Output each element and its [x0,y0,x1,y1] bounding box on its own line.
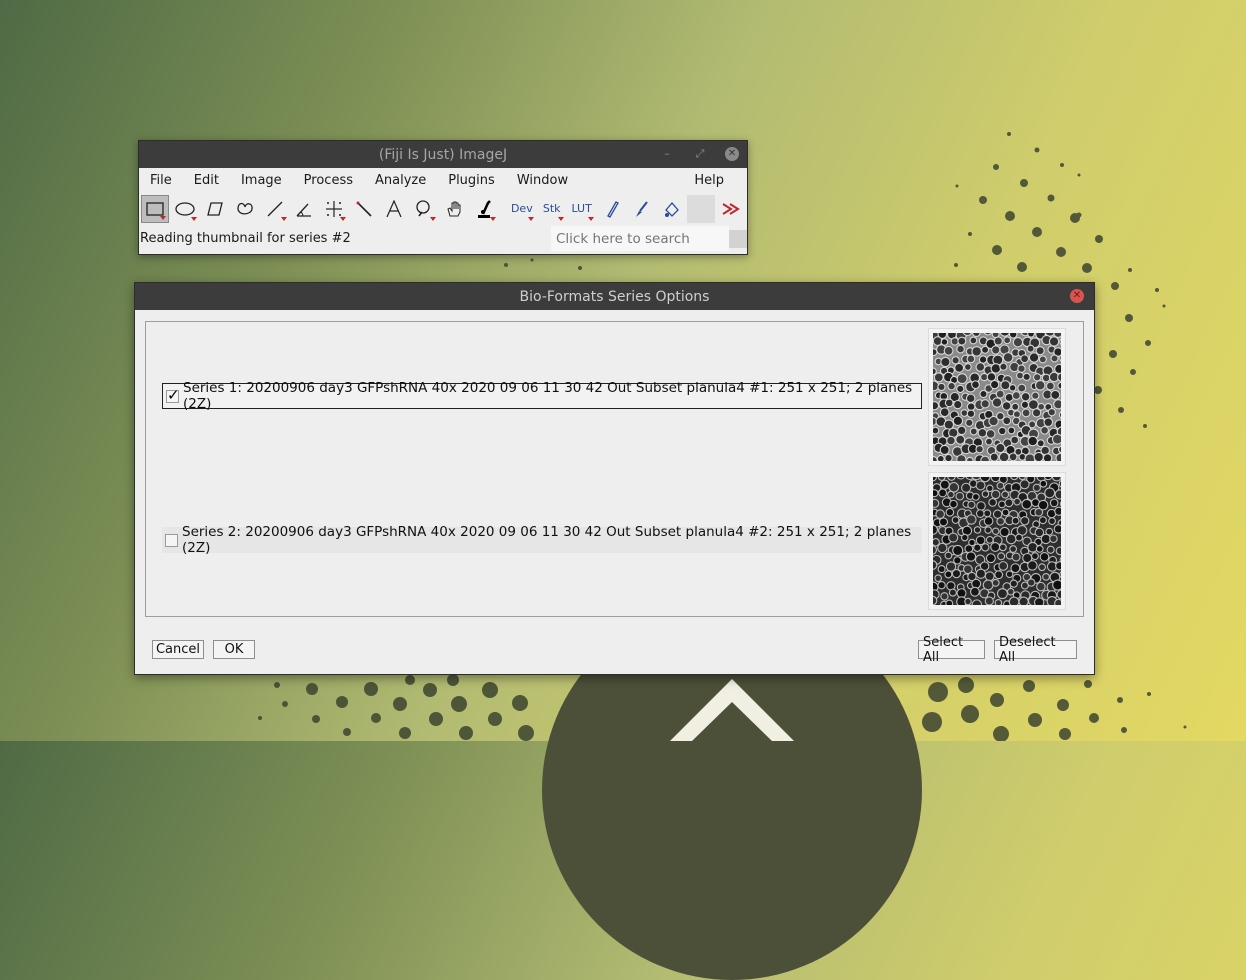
dev-tool[interactable]: Dev [508,195,536,223]
stk-tool[interactable]: Stk [538,195,566,223]
checkbox-unchecked-icon[interactable] [165,534,178,547]
rectangle-tool-icon[interactable] [141,195,169,223]
series-2-checkbox[interactable]: Series 2: 20200906 day3 GFPshRNA 40x 202… [162,527,922,553]
hand-tool-icon[interactable] [440,195,468,223]
menubar: File Edit Image Process Analyze Plugins … [139,168,747,193]
oval-tool-icon[interactable] [171,195,199,223]
empty-tool-slot[interactable] [687,195,715,223]
status-bar: Reading thumbnail for series #2 [139,224,747,253]
dialog-titlebar[interactable]: Bio-Formats Series Options ✕ [135,283,1094,310]
imagej-titlebar[interactable]: (Fiji Is Just) ImageJ – ⤢ ✕ [139,141,747,168]
select-all-button[interactable]: Select All [918,640,985,659]
menu-help[interactable]: Help [683,173,735,188]
toolbar: Dev Stk LUT [139,193,747,224]
imagej-main-window: (Fiji Is Just) ImageJ – ⤢ ✕ File Edit Im… [138,140,748,255]
fiji-logo-arrow-icon [640,672,810,742]
series-1-thumbnail [928,328,1066,466]
menu-edit[interactable]: Edit [183,173,230,188]
text-tool-icon[interactable] [380,195,408,223]
brush-tool-icon[interactable] [628,195,656,223]
bio-formats-series-dialog: Bio-Formats Series Options ✕ ✓ Series 1:… [134,282,1095,675]
search-options-button[interactable] [729,230,747,248]
status-text: Reading thumbnail for series #2 [140,231,351,246]
angle-tool-icon[interactable] [291,195,319,223]
dialog-title: Bio-Formats Series Options [520,289,710,305]
series-panel: ✓ Series 1: 20200906 day3 GFPshRNA 40x 2… [145,321,1084,617]
flood-fill-tool-icon[interactable] [657,195,685,223]
polygon-tool-icon[interactable] [201,195,229,223]
series-1-label: Series 1: 20200906 day3 GFPshRNA 40x 202… [183,380,921,412]
series-2-thumbnail-image [933,477,1061,605]
series-2-label: Series 2: 20200906 day3 GFPshRNA 40x 202… [182,524,922,556]
series-2-thumbnail [928,472,1066,610]
wand-tool-icon[interactable] [350,195,378,223]
search-input[interactable] [551,226,729,251]
series-1-thumbnail-image [933,333,1061,461]
menu-file[interactable]: File [139,173,183,188]
more-tools-arrow-icon[interactable] [717,195,745,223]
maximize-icon[interactable]: ⤢ [692,146,708,162]
dev-tool-label: Dev [511,202,533,215]
line-tool-icon[interactable] [261,195,289,223]
pencil-tool-icon[interactable] [598,195,626,223]
magnifier-tool-icon[interactable] [410,195,438,223]
menu-process[interactable]: Process [293,173,364,188]
cancel-button[interactable]: Cancel [152,640,204,659]
ok-button[interactable]: OK [213,640,255,659]
menu-analyze[interactable]: Analyze [364,173,437,188]
lut-tool[interactable]: LUT [568,195,596,223]
point-tool-icon[interactable] [320,195,348,223]
menu-plugins[interactable]: Plugins [437,173,506,188]
stk-tool-label: Stk [543,202,561,215]
menu-image[interactable]: Image [230,173,293,188]
dialog-close-icon[interactable]: ✕ [1070,289,1084,303]
lut-tool-label: LUT [571,202,591,215]
freehand-tool-icon[interactable] [231,195,259,223]
close-icon[interactable]: ✕ [725,147,739,161]
checkbox-checked-icon[interactable]: ✓ [166,390,179,403]
minimize-icon[interactable]: – [659,146,675,162]
window-title: (Fiji Is Just) ImageJ [379,147,507,163]
menu-window[interactable]: Window [506,173,579,188]
deselect-all-button[interactable]: Deselect All [994,640,1077,659]
color-picker-tool-icon[interactable] [470,195,498,223]
series-1-checkbox[interactable]: ✓ Series 1: 20200906 day3 GFPshRNA 40x 2… [162,383,922,409]
